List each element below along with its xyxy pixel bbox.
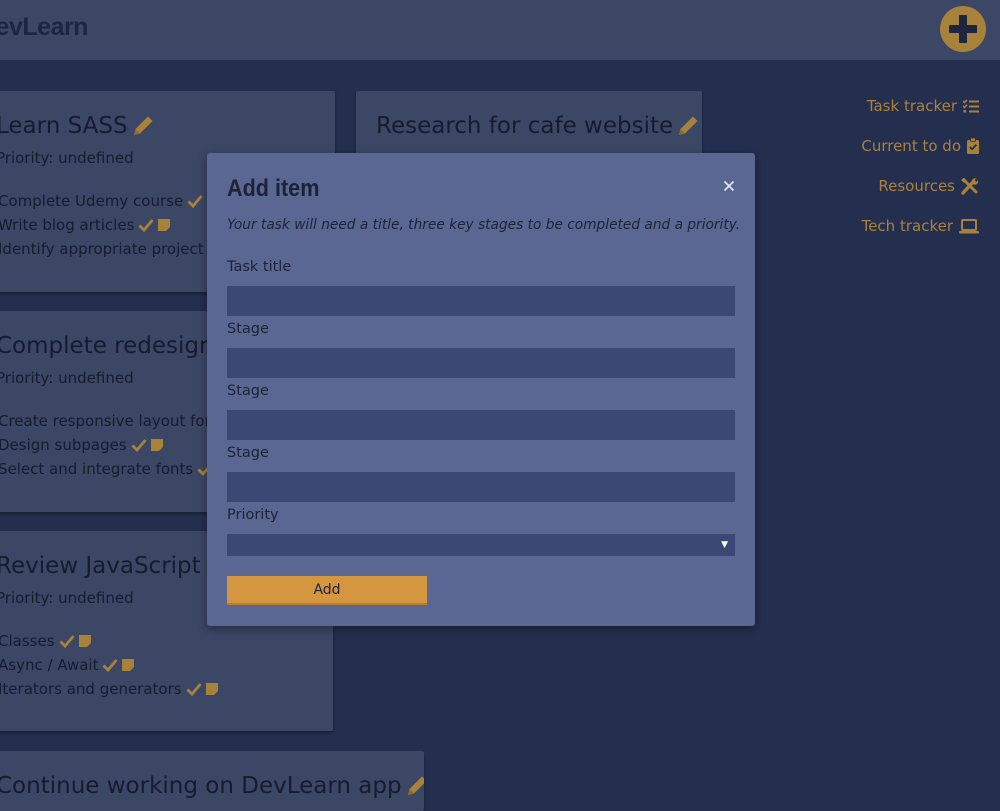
priority-label: Priority: [227, 507, 279, 523]
stage-2-label: Stage: [227, 383, 269, 399]
chevron-down-icon: ▼: [721, 540, 728, 550]
add-item-modal: Add item Your task will need a title, th…: [207, 153, 755, 626]
add-button[interactable]: Add: [227, 576, 427, 605]
stage-3-label: Stage: [227, 445, 269, 461]
close-icon[interactable]: [721, 179, 737, 195]
modal-description: Your task will need a title, three key s…: [227, 217, 741, 233]
modal-title: Add item: [227, 175, 320, 202]
task-title-label: Task title: [227, 259, 292, 275]
stage-1-label: Stage: [227, 321, 269, 337]
stage-3-input[interactable]: [227, 472, 735, 502]
stage-2-input[interactable]: [227, 410, 735, 440]
stage-1-input[interactable]: [227, 348, 735, 378]
task-title-input[interactable]: [227, 286, 735, 316]
priority-select[interactable]: ▼: [227, 534, 735, 556]
